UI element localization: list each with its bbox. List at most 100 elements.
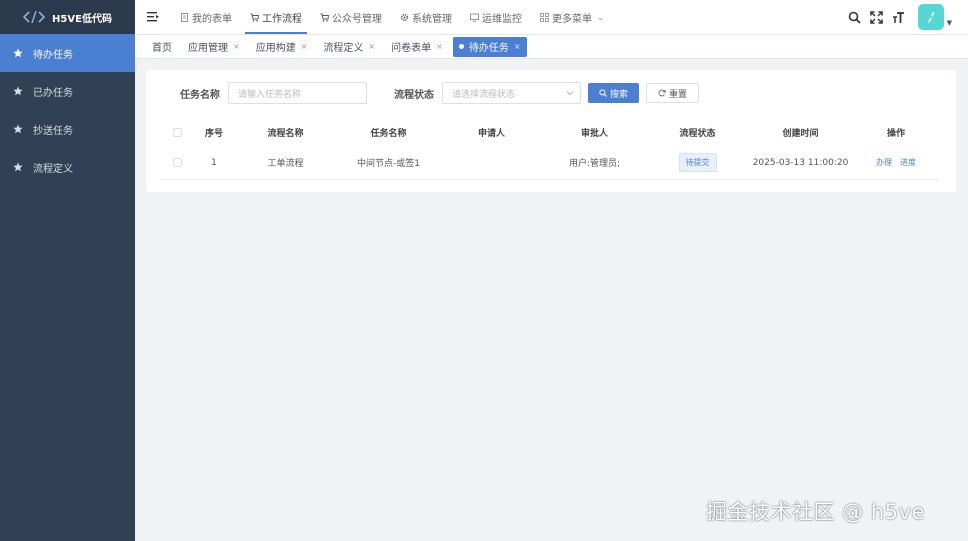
task-name-placeholder: 请输入任务名称 (238, 89, 302, 100)
tag-home[interactable]: 首页 (146, 36, 178, 57)
header-checkbox-cell (160, 127, 194, 137)
menu-monitor[interactable]: 运维监控 (461, 0, 531, 34)
tag-label: 应用管理 (188, 43, 228, 54)
cell-process-name: 工单流程 (267, 159, 304, 169)
reset-button[interactable]: 重置 (646, 83, 700, 103)
header-process-name: 流程名称 (267, 128, 304, 139)
sidebar-item-cc[interactable]: 抄送任务 (0, 110, 135, 148)
pen-avatar-icon (927, 12, 935, 23)
caret-down-icon[interactable]: ▼ (947, 19, 952, 27)
search-icon (599, 89, 607, 97)
close-icon[interactable]: × (514, 42, 521, 51)
search-button[interactable]: 搜索 (588, 83, 640, 103)
sidebar-item-process-def[interactable]: 流程定义 (0, 148, 135, 186)
avatar[interactable] (917, 4, 944, 30)
task-name-label: 任务名称 (180, 89, 220, 101)
close-icon[interactable]: × (436, 42, 443, 51)
select-all-checkbox[interactable] (172, 127, 182, 137)
tag-process-def[interactable]: 流程定义 × (317, 36, 382, 57)
header-status: 流程状态 (679, 128, 716, 139)
grid-icon (540, 12, 549, 22)
monitor-icon (470, 13, 479, 22)
menu-label: 更多菜单 (552, 13, 592, 25)
cell-task-name: 中间节点-或签1 (357, 159, 420, 169)
menu-label: 公众号管理 (332, 13, 382, 25)
active-dot-icon (458, 44, 464, 49)
logo-text: H5VE低代码 (52, 13, 112, 25)
hamburger-icon[interactable] (147, 11, 159, 23)
watermark: 掘金技术社区 @ h5ve (706, 500, 925, 524)
menu-label: 运维监控 (482, 13, 522, 25)
menu-system[interactable]: 系统管理 (391, 0, 461, 34)
header-task-name: 任务名称 (370, 128, 407, 139)
status-badge: 待提交 (678, 153, 717, 172)
reset-button-label: 重置 (669, 89, 688, 100)
cell-index: 1 (211, 157, 217, 168)
progress-link[interactable]: 进度 (900, 157, 916, 168)
tag-todo-tasks[interactable]: 待办任务 × (452, 36, 527, 57)
cart-icon (250, 13, 259, 22)
sidebar-item-label: 抄送任务 (33, 125, 73, 137)
table-row: 1 工单流程 中间节点-或签1 用户:管理员; 待提交 2025-03-13 1… (160, 146, 940, 180)
close-icon[interactable]: × (301, 42, 308, 51)
search-icon[interactable] (848, 10, 862, 24)
sidebar-item-label: 已办任务 (33, 87, 73, 99)
top-navbar: 我的表单 工作流程 公众号管理 系统管理 运维监控 更多菜单 ⌄ ▼ (135, 0, 968, 34)
fullscreen-icon[interactable] (870, 10, 884, 24)
header-approver: 审批人 (580, 128, 608, 139)
tag-label: 待办任务 (468, 43, 509, 54)
close-icon[interactable]: × (233, 42, 240, 51)
tag-label: 流程定义 (323, 43, 364, 54)
header-actions: 操作 (886, 128, 905, 139)
chevron-down-icon (566, 91, 574, 96)
tag-label: 问卷表单 (391, 43, 432, 54)
menu-label: 我的表单 (192, 13, 232, 25)
header-applicant: 申请人 (477, 128, 505, 139)
table-header: 序号 流程名称 任务名称 申请人 审批人 流程状态 创建时间 操作 (160, 118, 940, 146)
cell-status: 待提交 (646, 153, 749, 172)
star-icon (13, 162, 23, 172)
row-checkbox[interactable] (172, 158, 182, 167)
tag-survey-form[interactable]: 问卷表单 × (385, 36, 449, 57)
star-icon (13, 124, 23, 134)
menu-official-account[interactable]: 公众号管理 (311, 0, 391, 34)
form-icon (181, 12, 188, 22)
cell-actions: 办理 进度 (852, 157, 940, 168)
star-icon (13, 48, 23, 58)
tag-label: 应用构建 (255, 43, 296, 54)
menu-label: 系统管理 (412, 13, 452, 25)
task-table: 序号 流程名称 任务名称 申请人 审批人 流程状态 创建时间 操作 1 工单流程… (160, 118, 940, 180)
font-size-icon[interactable] (892, 10, 906, 24)
close-icon[interactable]: × (368, 42, 375, 51)
header-tools: ▼ (848, 0, 952, 34)
search-form: 任务名称 请输入任务名称 流程状态 请选择流程状态 搜索 重置 (180, 82, 700, 104)
menu-more[interactable]: 更多菜单 ⌄ (531, 0, 613, 34)
tag-app-build[interactable]: 应用构建 × (249, 36, 314, 57)
tag-label: 首页 (152, 43, 172, 54)
cart-icon (320, 13, 329, 22)
cell-created: 2025-03-13 11:00:20 (752, 157, 849, 168)
sidebar-item-label: 待办任务 (33, 49, 73, 61)
handle-link[interactable]: 办理 (876, 157, 892, 168)
chevron-down-icon: ⌄ (597, 12, 604, 22)
status-placeholder: 请选择流程状态 (452, 89, 516, 100)
logo[interactable]: H5VE低代码 (0, 0, 135, 34)
menu-label: 工作流程 (262, 13, 302, 25)
code-logo-icon (23, 11, 46, 23)
header-index: 序号 (204, 128, 223, 139)
menu-my-forms[interactable]: 我的表单 (171, 0, 241, 34)
star-icon (13, 86, 23, 96)
tag-app-management[interactable]: 应用管理 × (182, 36, 246, 57)
menu-workflow[interactable]: 工作流程 (241, 0, 311, 34)
gear-icon (400, 13, 409, 21)
refresh-icon (658, 89, 666, 97)
cell-approver: 用户:管理员; (568, 159, 621, 169)
status-select[interactable]: 请选择流程状态 (442, 82, 581, 104)
search-button-label: 搜索 (610, 89, 629, 100)
sidebar: H5VE低代码 待办任务 已办任务 抄送任务 流程定义 (0, 0, 135, 541)
sidebar-item-todo[interactable]: 待办任务 (0, 34, 135, 72)
row-checkbox-cell (160, 158, 194, 167)
sidebar-item-done[interactable]: 已办任务 (0, 72, 135, 110)
sidebar-item-label: 流程定义 (33, 163, 73, 175)
task-name-input[interactable]: 请输入任务名称 (228, 82, 367, 104)
